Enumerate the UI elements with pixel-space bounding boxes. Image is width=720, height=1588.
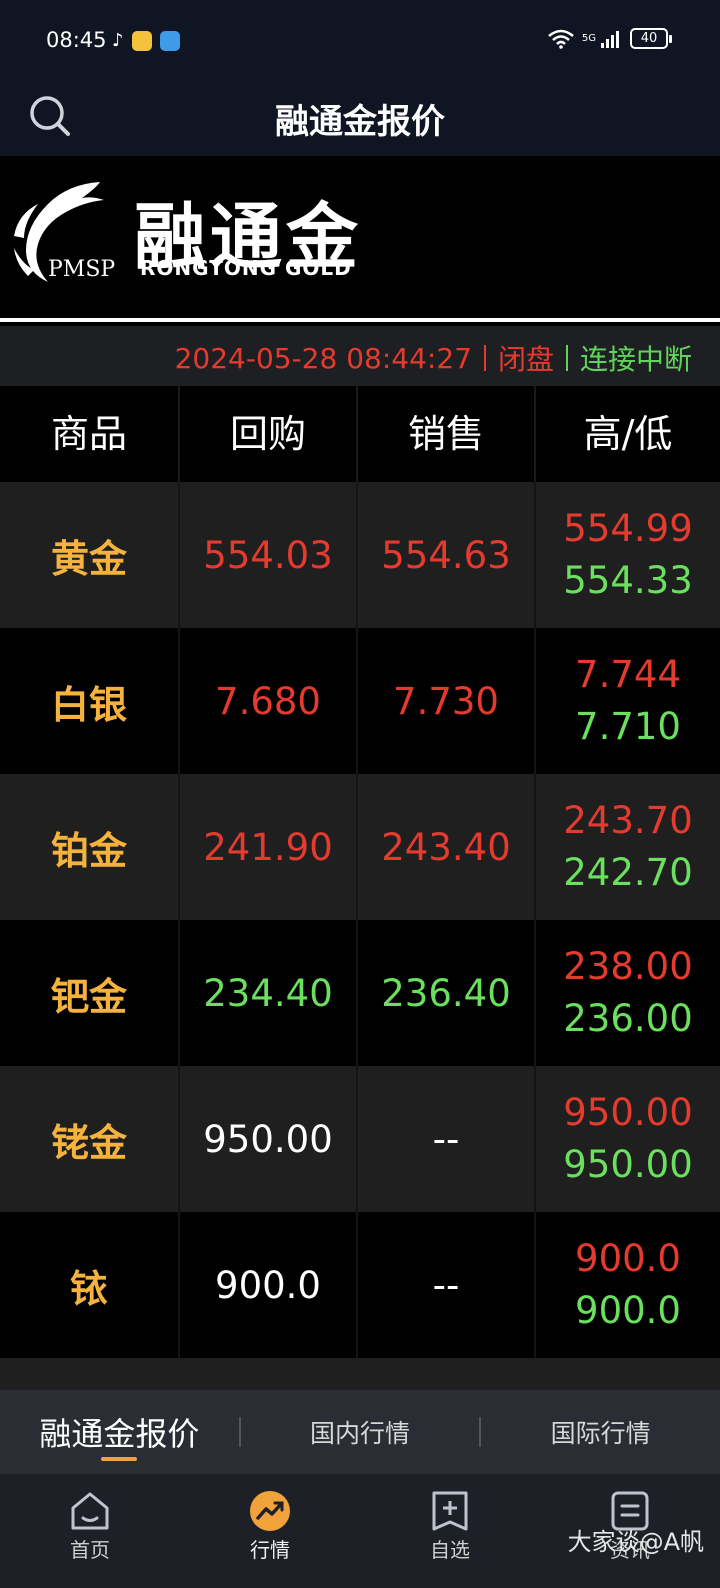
tab-rongtong-quote[interactable]: 融通金报价 [0, 1409, 239, 1461]
battery-icon: 40 [630, 28, 672, 49]
market-status-bar: 2024-05-28 08:44:27 闭盘 连接中断 [0, 326, 720, 386]
signal-icon [601, 30, 619, 48]
sell-price: -- [358, 1066, 536, 1212]
product-name: 白银 [0, 628, 180, 774]
table-row[interactable]: 白银 7.680 7.730 7.744 7.710 [0, 628, 720, 774]
product-name: 铱 [0, 1212, 180, 1358]
sell-price: 243.40 [358, 774, 536, 920]
high-low-cell: 900.0 900.0 [536, 1212, 720, 1358]
sell-price: -- [358, 1212, 536, 1358]
status-notification-icons: ♪ [112, 30, 180, 51]
high-price: 950.00 [563, 1091, 693, 1134]
column-header-sell: 销售 [358, 386, 536, 482]
product-name: 钯金 [0, 920, 180, 1066]
low-price: 950.00 [563, 1143, 693, 1186]
add-favorite-icon [432, 1491, 468, 1531]
nav-label: 行情 [250, 1538, 290, 1562]
high-low-cell: 7.744 7.710 [536, 628, 720, 774]
weather-icon [159, 30, 180, 51]
buyback-price: 234.40 [180, 920, 358, 1066]
brand-banner: PMSP 融通金 RONGTONG GOLD [0, 156, 720, 322]
quote-table-header: 商品 回购 销售 高/低 [0, 386, 720, 482]
table-row[interactable]: 黄金 554.03 554.63 554.99 554.33 [0, 482, 720, 628]
status-time: 08:45 [46, 28, 107, 52]
nav-home[interactable]: 首页 [0, 1474, 180, 1588]
high-price: 554.99 [563, 507, 693, 550]
brand-name-en: RONGTONG GOLD [140, 256, 352, 280]
low-price: 236.00 [563, 997, 693, 1040]
product-name: 铑金 [0, 1066, 180, 1212]
high-price: 7.744 [575, 653, 681, 696]
tab-domestic-market[interactable]: 国内行情 [241, 1414, 480, 1450]
table-row[interactable]: 铑金 950.00 -- 950.00 950.00 [0, 1066, 720, 1212]
dragon-logo-icon: PMSP [14, 182, 115, 282]
high-low-cell: 554.99 554.33 [536, 482, 720, 628]
low-price: 554.33 [563, 559, 693, 602]
sell-price: 236.40 [358, 920, 536, 1066]
status-system-icons: 5G 40 [548, 28, 672, 49]
buyback-price: 900.0 [180, 1212, 358, 1358]
high-price: 243.70 [563, 799, 693, 842]
table-row[interactable]: 铂金 241.90 243.40 243.70 242.70 [0, 774, 720, 920]
weibo-icon [131, 30, 152, 51]
market-trend-icon [250, 1491, 290, 1531]
buyback-price: 7.680 [180, 628, 358, 774]
column-header-product: 商品 [0, 386, 180, 482]
product-name: 黄金 [0, 482, 180, 628]
tab-label: 国际行情 [550, 1419, 651, 1448]
low-price: 242.70 [563, 851, 693, 894]
high-price: 900.0 [575, 1237, 681, 1280]
wifi-icon [548, 29, 574, 49]
quote-sub-tabs: 融通金报价 国内行情 国际行情 [0, 1390, 720, 1474]
status-bar: 08:45 ♪ 5G 40 [0, 0, 720, 80]
active-tab-indicator [101, 1457, 138, 1461]
nav-label: 首页 [70, 1538, 110, 1562]
buyback-price: 950.00 [180, 1066, 358, 1212]
tab-label: 融通金报价 [39, 1415, 200, 1453]
product-name: 铂金 [0, 774, 180, 920]
low-price: 7.710 [575, 705, 681, 748]
home-icon [71, 1492, 109, 1530]
network-type: 5G [581, 33, 596, 44]
nav-market[interactable]: 行情 [180, 1474, 360, 1588]
quote-table-body: 黄金 554.03 554.63 554.99 554.33 白银 7.680 … [0, 482, 720, 1398]
table-row[interactable]: 钯金 234.40 236.40 238.00 236.00 [0, 920, 720, 1066]
watermark: 大家谈@A帆 [567, 1528, 704, 1556]
high-low-cell: 243.70 242.70 [536, 774, 720, 920]
nav-label: 自选 [430, 1538, 470, 1562]
quote-timestamp: 2024-05-28 08:44:27 [174, 341, 472, 375]
market-state: 闭盘 [497, 343, 554, 376]
nav-favorites[interactable]: 自选 [360, 1474, 540, 1588]
buyback-price: 241.90 [180, 774, 358, 920]
brand-abbr: PMSP [48, 257, 115, 282]
tab-international-market[interactable]: 国际行情 [481, 1414, 720, 1450]
high-low-cell: 950.00 950.00 [536, 1066, 720, 1212]
divider [483, 345, 486, 371]
table-row[interactable]: 铱 900.0 -- 900.0 900.0 [0, 1212, 720, 1358]
low-price: 900.0 [575, 1289, 681, 1332]
page-title: 融通金报价 [275, 102, 445, 142]
sell-price: 7.730 [358, 628, 536, 774]
app-header: 融通金报价 [0, 80, 720, 156]
buyback-price: 554.03 [180, 482, 358, 628]
column-header-buyback: 回购 [180, 386, 358, 482]
high-price: 238.00 [563, 945, 693, 988]
high-low-cell: 238.00 236.00 [536, 920, 720, 1066]
sell-price: 554.63 [358, 482, 536, 628]
column-header-high-low: 高/低 [583, 412, 673, 456]
divider [565, 345, 568, 371]
tiktok-icon: ♪ [112, 30, 124, 51]
connection-status: 连接中断 [579, 343, 692, 376]
tab-label: 国内行情 [310, 1419, 411, 1448]
